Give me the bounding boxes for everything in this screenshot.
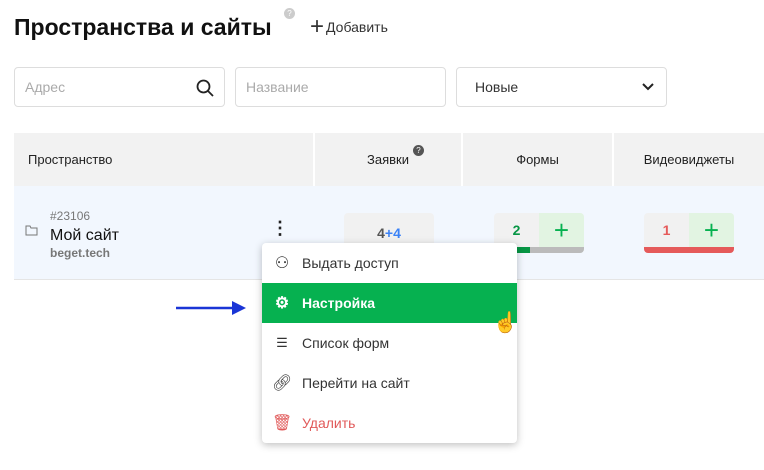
menu-label: Перейти на сайт bbox=[302, 375, 410, 391]
menu-item-go-to-site[interactable]: 🔗︎ Перейти на сайт bbox=[262, 363, 517, 403]
menu-label: Выдать доступ bbox=[302, 255, 399, 271]
address-input[interactable]: Адрес bbox=[14, 67, 225, 107]
user-plus-icon: ⚇ bbox=[274, 255, 290, 272]
name-placeholder: Название bbox=[246, 79, 309, 95]
hand-cursor-icon: ☝ bbox=[493, 312, 518, 334]
menu-item-forms-list[interactable]: ☰ Список форм bbox=[262, 323, 517, 363]
plus-icon: + bbox=[310, 13, 325, 40]
trash-icon: 🗑︎ bbox=[272, 415, 293, 432]
more-menu-icon[interactable]: ⋮ bbox=[271, 219, 289, 237]
widgets-bar bbox=[644, 247, 734, 253]
add-button[interactable]: + Добавить bbox=[310, 13, 388, 40]
col-widgets: Видеовиджеты bbox=[643, 152, 735, 167]
space-domain[interactable]: beget.tech bbox=[50, 246, 110, 260]
context-menu: ⚇ Выдать доступ ⚙ Настройка ☰ Список форм 🔗… bbox=[262, 243, 517, 443]
requests-total: 4 bbox=[377, 225, 385, 241]
add-label: Добавить bbox=[326, 19, 388, 35]
col-requests: Заявки? bbox=[315, 133, 463, 186]
menu-label: Настройка bbox=[302, 295, 376, 311]
name-input[interactable]: Название bbox=[235, 67, 446, 107]
sort-value: Новые bbox=[475, 79, 519, 95]
address-placeholder: Адрес bbox=[25, 79, 66, 95]
folder-icon bbox=[25, 225, 38, 236]
help-icon[interactable]: ? bbox=[284, 8, 295, 19]
menu-item-delete[interactable]: 🗑︎ Удалить bbox=[262, 403, 517, 443]
menu-label: Удалить bbox=[302, 415, 356, 431]
link-icon: 🔗︎ bbox=[272, 375, 293, 392]
col-forms: Формы bbox=[463, 133, 614, 186]
col-requests-label: Заявки bbox=[367, 152, 409, 167]
widgets-count[interactable]: 1 + bbox=[644, 213, 734, 253]
page-title: Пространства и сайты bbox=[14, 14, 272, 40]
sort-select[interactable]: Новые bbox=[456, 67, 667, 107]
gear-icon: ⚙ bbox=[274, 295, 290, 312]
table-header: Пространство Заявки? Формы Видеовиджеты bbox=[14, 133, 764, 186]
menu-item-settings[interactable]: ⚙ Настройка bbox=[262, 283, 517, 323]
help-icon[interactable]: ? bbox=[413, 145, 424, 156]
col-space: Пространство bbox=[14, 133, 315, 186]
arrow-right-icon bbox=[176, 301, 246, 315]
list-icon: ☰ bbox=[276, 335, 288, 350]
search-icon[interactable] bbox=[196, 79, 214, 97]
space-id: #23106 bbox=[50, 209, 91, 223]
chevron-down-icon bbox=[642, 83, 654, 91]
menu-item-grant-access[interactable]: ⚇ Выдать доступ bbox=[262, 243, 517, 283]
menu-label: Список форм bbox=[302, 335, 390, 351]
requests-new: +4 bbox=[384, 225, 401, 241]
space-name[interactable]: Мой сайт bbox=[50, 227, 119, 245]
